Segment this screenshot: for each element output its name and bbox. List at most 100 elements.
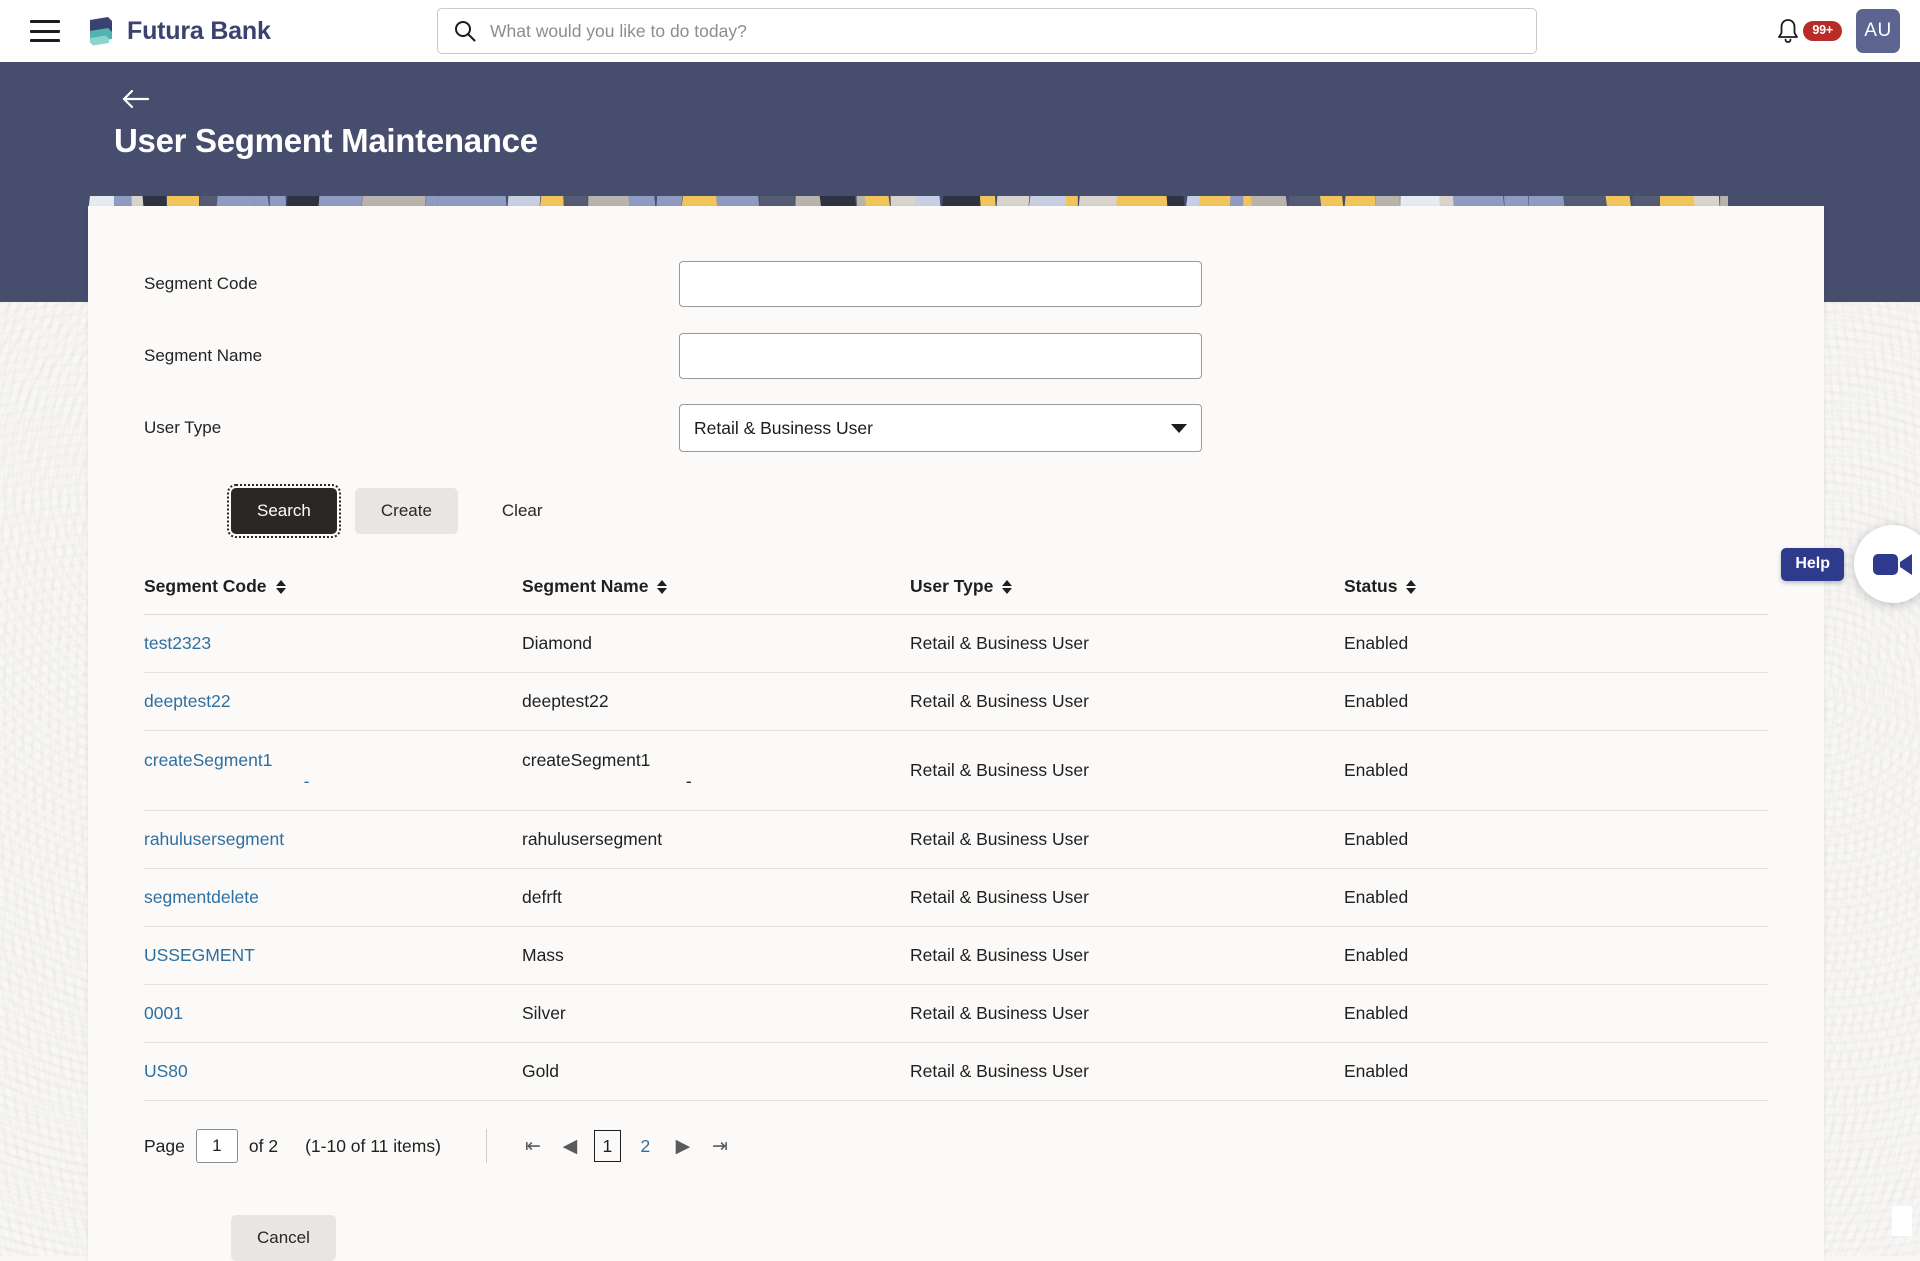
cell-user-type: Retail & Business User xyxy=(910,1003,1344,1024)
cell-segment-code[interactable]: createSegment1- xyxy=(144,750,522,792)
cell-user-type: Retail & Business User xyxy=(910,1061,1344,1082)
chevron-down-icon xyxy=(1171,424,1187,433)
search-filter-form: Segment Code Segment Name User Type Reta… xyxy=(88,206,1824,464)
user-type-selected-value: Retail & Business User xyxy=(694,418,873,439)
bell-icon[interactable] xyxy=(1775,17,1801,45)
sort-icon[interactable] xyxy=(1406,579,1417,595)
table-row: test2323DiamondRetail & Business UserEna… xyxy=(144,615,1768,673)
cell-user-type: Retail & Business User xyxy=(910,945,1344,966)
cell-status: Enabled xyxy=(1344,1003,1674,1024)
clear-button[interactable]: Clear xyxy=(476,488,569,534)
cell-segment-code[interactable]: US80 xyxy=(144,1061,522,1082)
user-type-select[interactable]: Retail & Business User xyxy=(679,404,1202,452)
cell-segment-code[interactable]: USSEGMENT xyxy=(144,945,522,966)
cell-status: Enabled xyxy=(1344,760,1674,781)
cancel-button[interactable]: Cancel xyxy=(231,1215,336,1261)
cell-segment-name: Mass xyxy=(522,945,910,966)
form-row-segment-code: Segment Code xyxy=(88,248,1824,320)
cell-segment-name: Gold xyxy=(522,1061,910,1082)
top-navigation-bar: Futura Bank 99+ AU xyxy=(0,0,1920,62)
help-widget: Help xyxy=(1781,525,1920,603)
table-row: USSEGMENTMassRetail & Business UserEnabl… xyxy=(144,927,1768,985)
last-page-icon[interactable]: ⇥ xyxy=(707,1130,733,1162)
cell-user-type: Retail & Business User xyxy=(910,829,1344,850)
user-avatar[interactable]: AU xyxy=(1856,9,1900,53)
page-title: User Segment Maintenance xyxy=(114,122,538,160)
table-row: US80GoldRetail & Business UserEnabled xyxy=(144,1043,1768,1101)
column-label: Status xyxy=(1344,576,1397,597)
cell-segment-name: deeptest22 xyxy=(522,691,910,712)
column-label: User Type xyxy=(910,576,993,597)
top-bar-right-actions: 99+ AU xyxy=(1775,0,1900,62)
cell-status: Enabled xyxy=(1344,1061,1674,1082)
column-header-user-type[interactable]: User Type xyxy=(910,576,1344,597)
page-number-input[interactable] xyxy=(196,1129,238,1163)
futura-bank-logo-icon xyxy=(86,15,116,47)
table-row: 0001SilverRetail & Business UserEnabled xyxy=(144,985,1768,1043)
cell-segment-code[interactable]: segmentdelete xyxy=(144,887,522,908)
form-action-buttons: Search Create Clear xyxy=(88,464,1824,534)
prev-page-icon[interactable]: ◀ xyxy=(557,1130,583,1162)
search-button[interactable]: Search xyxy=(231,488,337,534)
footer-action-buttons: Cancel xyxy=(88,1169,1824,1261)
pagination-controls: Page of 2 (1-10 of 11 items) ⇤ ◀ 1 2 ▶ ⇥ xyxy=(144,1123,1768,1169)
search-icon xyxy=(454,20,476,42)
form-row-segment-name: Segment Name xyxy=(88,320,1824,392)
cell-user-type: Retail & Business User xyxy=(910,760,1344,781)
segment-name-input[interactable] xyxy=(679,333,1202,379)
column-header-status[interactable]: Status xyxy=(1344,576,1674,597)
cell-user-type: Retail & Business User xyxy=(910,887,1344,908)
back-arrow-icon[interactable] xyxy=(120,84,154,114)
card-edge-artifact xyxy=(1892,1206,1912,1236)
user-type-label: User Type xyxy=(144,418,679,438)
cell-segment-code[interactable]: 0001 xyxy=(144,1003,522,1024)
form-row-user-type: User Type Retail & Business User xyxy=(88,392,1824,464)
global-search-container[interactable] xyxy=(437,8,1537,54)
cell-segment-name: createSegment1- xyxy=(522,750,910,792)
cell-segment-name: Silver xyxy=(522,1003,910,1024)
segments-results-table: Segment Code Segment Name User Type Stat… xyxy=(144,576,1768,1101)
cell-user-type: Retail & Business User xyxy=(910,691,1344,712)
cell-segment-name: defrft xyxy=(522,887,910,908)
segment-code-input[interactable] xyxy=(679,261,1202,307)
table-body: test2323DiamondRetail & Business UserEna… xyxy=(144,615,1768,1101)
notification-badge[interactable]: 99+ xyxy=(1803,21,1842,41)
table-row: rahulusersegmentrahulusersegmentRetail &… xyxy=(144,811,1768,869)
next-page-icon[interactable]: ▶ xyxy=(670,1130,696,1162)
column-header-segment-name[interactable]: Segment Name xyxy=(522,576,910,597)
first-page-icon[interactable]: ⇤ xyxy=(520,1130,546,1162)
sort-icon[interactable] xyxy=(1002,579,1013,595)
cell-status: Enabled xyxy=(1344,829,1674,850)
page-number-1[interactable]: 1 xyxy=(594,1130,621,1162)
column-label: Segment Code xyxy=(144,576,267,597)
table-header-row: Segment Code Segment Name User Type Stat… xyxy=(144,576,1768,615)
help-tooltip: Help xyxy=(1781,548,1844,581)
page-number-2[interactable]: 2 xyxy=(632,1130,659,1162)
cell-segment-code[interactable]: test2323 xyxy=(144,633,522,654)
cell-status: Enabled xyxy=(1344,633,1674,654)
segment-code-label: Segment Code xyxy=(144,274,679,294)
video-camera-icon xyxy=(1872,549,1914,579)
create-button[interactable]: Create xyxy=(355,488,458,534)
segment-name-label: Segment Name xyxy=(144,346,679,366)
table-row: segmentdeletedefrftRetail & Business Use… xyxy=(144,869,1768,927)
column-label: Segment Name xyxy=(522,576,648,597)
global-search-input[interactable] xyxy=(490,9,1520,53)
page-label: Page xyxy=(144,1136,185,1157)
column-header-segment-code[interactable]: Segment Code xyxy=(144,576,522,597)
cell-segment-code[interactable]: rahulusersegment xyxy=(144,829,522,850)
help-video-button[interactable] xyxy=(1854,525,1920,603)
table-row: createSegment1-createSegment1-Retail & B… xyxy=(144,731,1768,811)
pagination-divider xyxy=(486,1129,487,1163)
brand-logo-link[interactable]: Futura Bank xyxy=(86,15,271,47)
page-total-label: of 2 xyxy=(249,1136,278,1157)
hamburger-menu-icon[interactable] xyxy=(30,20,60,42)
cell-segment-code[interactable]: deeptest22 xyxy=(144,691,522,712)
cell-status: Enabled xyxy=(1344,691,1674,712)
cell-segment-name: Diamond xyxy=(522,633,910,654)
sort-icon[interactable] xyxy=(276,579,287,595)
sort-icon[interactable] xyxy=(657,579,668,595)
table-row: deeptest22deeptest22Retail & Business Us… xyxy=(144,673,1768,731)
main-content-card: Segment Code Segment Name User Type Reta… xyxy=(88,206,1824,1261)
cell-status: Enabled xyxy=(1344,945,1674,966)
